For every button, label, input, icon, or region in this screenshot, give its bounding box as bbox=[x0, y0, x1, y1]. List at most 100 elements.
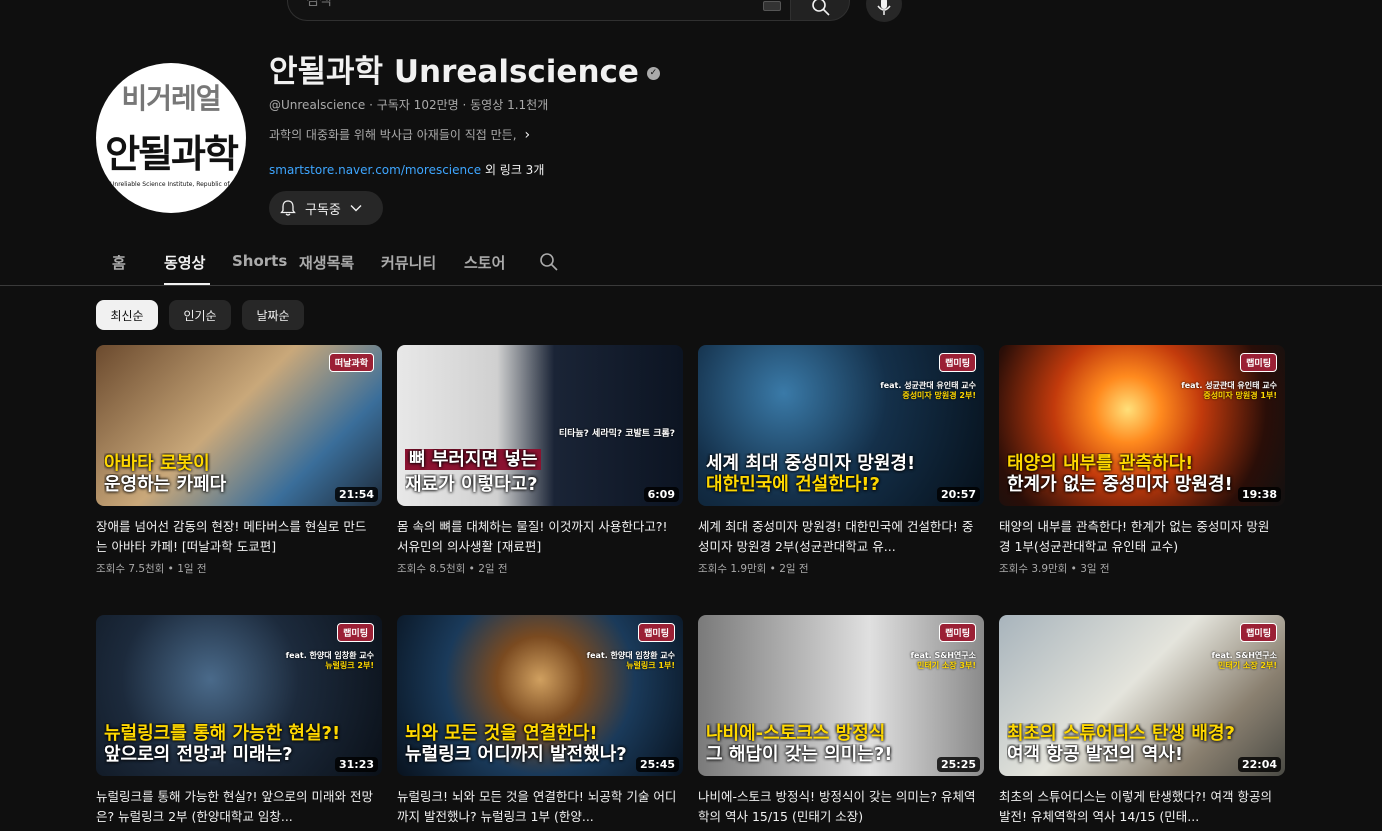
more-links[interactable]: 외 링크 3개 bbox=[485, 163, 544, 177]
thumbnail-caption-2: 여객 항공 발전의 역사! bbox=[1007, 744, 1184, 766]
thumbnail-caption-2: 앞으로의 전망과 미래는? bbox=[104, 744, 293, 766]
avatar-line2: 안될과학 bbox=[105, 132, 239, 176]
video-title[interactable]: 장애를 넘어선 감동의 현장! 메타버스를 현실로 만드는 아바타 카페! [떠… bbox=[96, 517, 376, 557]
tab-store[interactable]: 스토어 bbox=[464, 252, 505, 273]
upload-age: 1일 전 bbox=[177, 563, 207, 575]
video-card[interactable]: 티타늄? 세라믹? 코발트 크롬? 뼈 부러지면 넣는 재료가 이렇다고? 6:… bbox=[397, 345, 683, 576]
thumbnail-caption-1: 최초의 스튜어디스 탄생 배경? bbox=[1007, 722, 1235, 744]
thumbnail-caption-2: 재료가 이렇다고? bbox=[405, 474, 538, 496]
video-card[interactable]: 랩미팅 feat. S&H연구소 민태기 소장 3부! 나비에-스토크스 방정식 … bbox=[698, 615, 984, 827]
voice-search-button[interactable] bbox=[866, 0, 902, 22]
thumbnail-feat: feat. 한양대 임창환 교수 bbox=[285, 651, 374, 660]
thumbnail-feat-sub: 뉴럴링크 1부! bbox=[626, 661, 675, 671]
thumbnail-badge: 랩미팅 bbox=[1240, 623, 1277, 642]
thumbnail-badge: 떠날과학 bbox=[328, 353, 374, 372]
view-count: 조회수 7.5천회 bbox=[96, 563, 165, 575]
search-icon bbox=[812, 0, 830, 16]
thumbnail-feat: feat. S&H연구소 bbox=[1211, 651, 1277, 660]
thumbnail-caption-1: 뼈 부러지면 넣는 bbox=[405, 448, 542, 471]
video-title[interactable]: 몸 속의 뼈를 대체하는 물질! 이것까지 사용한다고?! 서유민의 의사생활 … bbox=[397, 517, 677, 557]
chevron-down-icon bbox=[350, 205, 362, 212]
thumbnail-caption-1: 태양의 내부를 관측하다! bbox=[1007, 452, 1194, 474]
thumbnail-feat: feat. S&H연구소 bbox=[910, 651, 976, 660]
video-title[interactable]: 뉴럴링크! 뇌와 모든 것을 연결한다! 뇌공학 기술 어디까지 발전했나? 뉴… bbox=[397, 787, 677, 827]
channel-title: 안될과학 Unrealscience ✓ bbox=[269, 46, 660, 91]
video-card[interactable]: 랩미팅 feat. 성균관대 유인태 교수 중성미자 망원경 2부! 세계 최대 … bbox=[698, 345, 984, 576]
thumbnail-badge: 랩미팅 bbox=[939, 623, 976, 642]
chip-popular[interactable]: 인기순 bbox=[169, 300, 231, 330]
video-meta: 조회수 3.9만회 • 3일 전 bbox=[999, 563, 1110, 575]
video-title[interactable]: 세계 최대 중성미자 망원경! 대한민국에 건설한다! 중성미자 망원경 2부(… bbox=[698, 517, 978, 557]
tab-videos[interactable]: 동영상 bbox=[164, 252, 205, 273]
chevron-right-icon: › bbox=[524, 127, 531, 143]
avatar-line3: Unreliable Science Institute, Republic o… bbox=[110, 181, 246, 188]
search-box[interactable] bbox=[287, 0, 791, 21]
upload-age: 2일 전 bbox=[779, 563, 809, 575]
video-card[interactable]: 랩미팅 feat. 성균관대 유인태 교수 중성미자 망원경 1부! 태양의 내부… bbox=[999, 345, 1285, 576]
thumbnail-caption-2: 운영하는 카페다 bbox=[104, 474, 227, 496]
video-duration: 6:09 bbox=[643, 487, 679, 502]
video-thumbnail[interactable]: 랩미팅 feat. 성균관대 유인태 교수 중성미자 망원경 1부! 태양의 내부… bbox=[999, 345, 1285, 506]
chip-oldest[interactable]: 날짜순 bbox=[242, 300, 304, 330]
top-bar bbox=[0, 0, 1382, 22]
video-thumbnail[interactable]: 떠날과학 아바타 로봇이 운영하는 카페다 21:54 bbox=[96, 345, 382, 506]
video-card[interactable]: 랩미팅 feat. 한양대 임창환 교수 뉴럴링크 1부! 뇌와 모든 것을 연결… bbox=[397, 615, 683, 827]
video-card[interactable]: 랩미팅 feat. S&H연구소 민태기 소장 2부! 최초의 스튜어디스 탄생 … bbox=[999, 615, 1285, 827]
subscriber-count: 구독자 102만명 bbox=[376, 98, 459, 112]
video-duration: 31:23 bbox=[334, 757, 378, 772]
video-thumbnail[interactable]: 랩미팅 feat. 한양대 임창환 교수 뉴럴링크 1부! 뇌와 모든 것을 연결… bbox=[397, 615, 683, 776]
tab-playlists[interactable]: 재생목록 bbox=[299, 252, 354, 273]
thumbnail-caption-2: 대한민국에 건설한다!? bbox=[706, 474, 880, 496]
view-count: 조회수 1.9만회 bbox=[698, 563, 767, 575]
video-duration: 25:45 bbox=[635, 757, 679, 772]
upload-age: 2일 전 bbox=[478, 563, 508, 575]
video-title[interactable]: 나비에-스토크 방정식! 방정식이 갖는 의미는? 유체역학의 역사 15/15… bbox=[698, 787, 978, 827]
video-thumbnail[interactable]: 랩미팅 feat. 한양대 임창환 교수 뉴럴링크 2부! 뉴럴링크를 통해 가능… bbox=[96, 615, 382, 776]
channel-avatar[interactable]: 비거레얼 안될과학 Unreliable Science Institute, … bbox=[96, 63, 246, 213]
upload-age: 3일 전 bbox=[1080, 563, 1110, 575]
video-meta: 조회수 1.9만회 • 2일 전 bbox=[698, 563, 809, 575]
thumbnail-caption-1: 뉴럴링크를 통해 가능한 현실?! bbox=[104, 722, 341, 744]
search-button[interactable] bbox=[790, 0, 850, 21]
channel-links: smartstore.naver.com/morescience 외 링크 3개 bbox=[269, 161, 544, 178]
view-count: 조회수 3.9만회 bbox=[999, 563, 1068, 575]
video-duration: 20:57 bbox=[936, 487, 980, 502]
video-title[interactable]: 뉴럴링크를 통해 가능한 현실?! 앞으로의 미래와 전망은? 뉴럴링크 2부 … bbox=[96, 787, 376, 827]
thumbnail-caption-1: 나비에-스토크스 방정식 bbox=[706, 722, 886, 744]
video-duration: 22:04 bbox=[1237, 757, 1281, 772]
video-duration: 21:54 bbox=[334, 487, 378, 502]
thumbnail-feat-sub: 중성미자 망원경 2부! bbox=[902, 391, 976, 401]
thumbnail-caption-2: 뉴럴링크 어디까지 발전했나? bbox=[405, 744, 627, 766]
thumbnail-caption-1: 세계 최대 중성미자 망원경! bbox=[706, 452, 916, 474]
thumbnail-feat: feat. 성균관대 유인태 교수 bbox=[1181, 381, 1277, 390]
video-thumbnail[interactable]: 랩미팅 feat. S&H연구소 민태기 소장 3부! 나비에-스토크스 방정식 … bbox=[698, 615, 984, 776]
search-input[interactable] bbox=[304, 0, 744, 19]
channel-link[interactable]: smartstore.naver.com/morescience bbox=[269, 163, 481, 177]
channel-tabs: 홈 동영상 Shorts 재생목록 커뮤니티 스토어 bbox=[0, 238, 1382, 286]
thumbnail-subtitle: 티타늄? 세라믹? 코발트 크롬? bbox=[558, 429, 675, 439]
thumbnail-feat-sub: 뉴럴링크 2부! bbox=[325, 661, 374, 671]
channel-description[interactable]: 과학의 대중화를 위해 박사급 아재들이 직접 만든, › bbox=[269, 126, 530, 143]
video-card[interactable]: 랩미팅 feat. 한양대 임창환 교수 뉴럴링크 2부! 뉴럴링크를 통해 가능… bbox=[96, 615, 382, 827]
video-title[interactable]: 최초의 스튜어디스는 이렇게 탄생했다?! 여객 항공의 발전! 유체역학의 역… bbox=[999, 787, 1279, 827]
video-title[interactable]: 태양의 내부를 관측한다! 한계가 없는 중성미자 망원경 1부(성균관대학교 … bbox=[999, 517, 1279, 557]
video-thumbnail[interactable]: 랩미팅 feat. S&H연구소 민태기 소장 2부! 최초의 스튜어디스 탄생 … bbox=[999, 615, 1285, 776]
subscribed-button[interactable]: 구독중 bbox=[269, 191, 383, 225]
video-count: 동영상 1.1천개 bbox=[470, 98, 549, 112]
video-thumbnail[interactable]: 티타늄? 세라믹? 코발트 크롬? 뼈 부러지면 넣는 재료가 이렇다고? 6:… bbox=[397, 345, 683, 506]
video-meta: 조회수 8.5천회 • 2일 전 bbox=[397, 563, 508, 575]
keyboard-icon[interactable] bbox=[763, 1, 781, 11]
thumbnail-caption-1: 아바타 로봇이 bbox=[104, 452, 210, 474]
tab-shorts[interactable]: Shorts bbox=[232, 252, 287, 270]
video-card[interactable]: 떠날과학 아바타 로봇이 운영하는 카페다 21:54 장애를 넘어선 감동의 … bbox=[96, 345, 382, 576]
video-meta: 조회수 7.5천회 • 1일 전 bbox=[96, 563, 207, 575]
channel-search-icon[interactable] bbox=[539, 252, 559, 272]
thumbnail-feat-sub: 중성미자 망원경 1부! bbox=[1203, 391, 1277, 401]
channel-name: 안될과학 Unrealscience bbox=[269, 54, 639, 90]
chip-latest[interactable]: 최신순 bbox=[96, 300, 158, 330]
tab-home[interactable]: 홈 bbox=[112, 252, 126, 273]
active-tab-indicator bbox=[164, 283, 210, 285]
video-thumbnail[interactable]: 랩미팅 feat. 성균관대 유인태 교수 중성미자 망원경 2부! 세계 최대 … bbox=[698, 345, 984, 506]
tab-community[interactable]: 커뮤니티 bbox=[381, 252, 436, 273]
thumbnail-feat: feat. 한양대 임창환 교수 bbox=[586, 651, 675, 660]
